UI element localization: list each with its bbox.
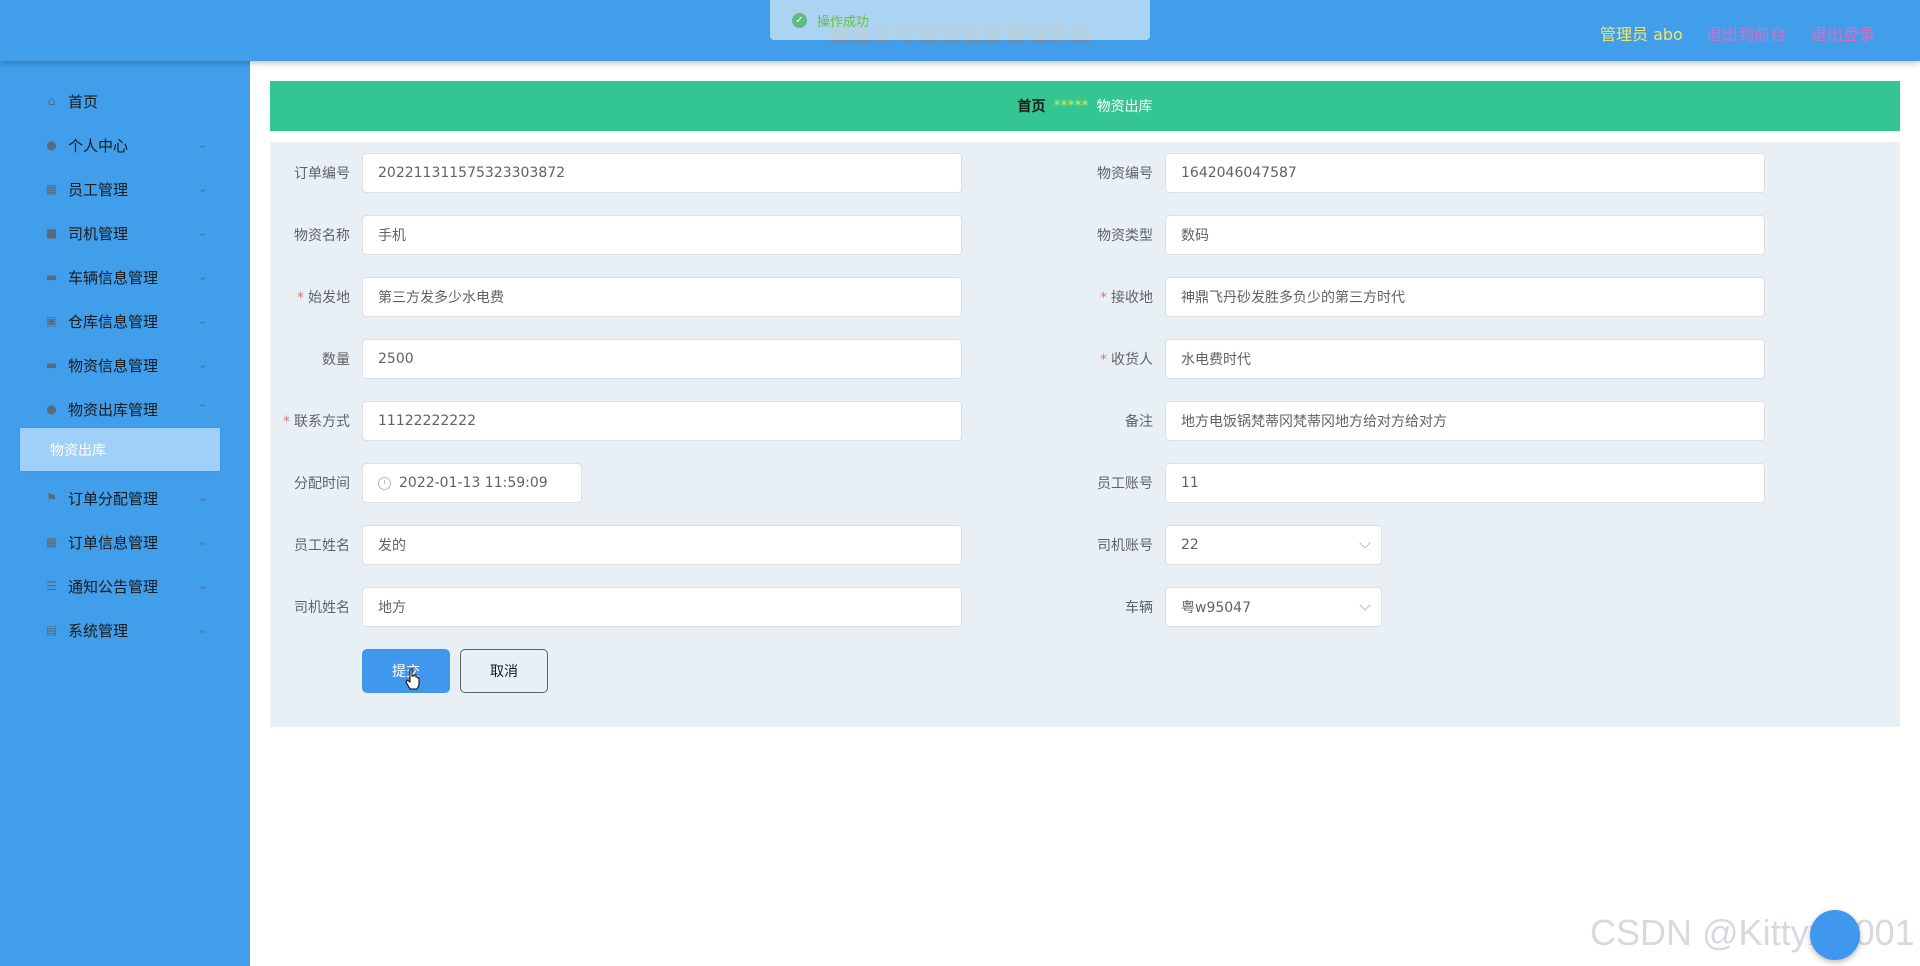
- material-name-input[interactable]: 手机: [362, 215, 962, 255]
- chevron-down-icon: ⌄: [198, 270, 208, 283]
- sidebar-item-label: 个人中心: [68, 136, 129, 155]
- order-no-label: 订单编号: [294, 166, 350, 182]
- employee-name-input[interactable]: 发的: [362, 525, 962, 565]
- vehicle-label: 车辆: [1125, 600, 1153, 616]
- breadcrumb-current: 物资出库: [1096, 99, 1153, 115]
- driver-name-label: 司机姓名: [294, 600, 350, 616]
- origin-label: * 始发地: [297, 290, 350, 306]
- grid-icon: ▦: [45, 181, 58, 196]
- remark-input[interactable]: 地方电饭锅梵蒂冈梵蒂冈地方给对方给对方: [1165, 401, 1765, 441]
- sidebar-item-label: 车辆信息管理: [68, 268, 159, 287]
- receiver-label: * 收货人: [1100, 352, 1153, 368]
- chevron-down-icon: ⌄: [198, 182, 208, 195]
- chevron-up-icon: ⌃: [198, 402, 208, 415]
- assign-time-label: 分配时间: [294, 476, 350, 492]
- chevron-down-icon: ⌄: [198, 138, 208, 151]
- sidebar-item-order-info-management[interactable]: ▦ 订单信息管理 ⌄: [0, 520, 250, 564]
- order-no-input[interactable]: 202211311575323303872: [362, 153, 962, 193]
- sidebar-item-label: 员工管理: [68, 180, 129, 199]
- watermark: CSDN @Kittyxia001: [1590, 912, 1915, 953]
- admin-username: 管理员 abo: [1600, 25, 1683, 44]
- chevron-down-icon: ⌄: [198, 358, 208, 371]
- exit-to-front-link[interactable]: 退出到前台: [1706, 21, 1786, 45]
- chevron-down-icon: [1359, 537, 1371, 549]
- breadcrumb-home[interactable]: 首页: [1018, 96, 1046, 116]
- flag-icon: ⚑: [46, 490, 57, 505]
- sidebar: ⌂ 首页 ● 个人中心 ⌄ ▦ 员工管理 ⌄ ■ 司机管理 ⌄ ▬ 车辆信息管理…: [0, 61, 250, 966]
- chevron-down-icon: [1359, 599, 1371, 611]
- cancel-button[interactable]: 取消: [460, 649, 548, 693]
- contact-input[interactable]: 11122222222: [362, 401, 962, 441]
- sidebar-item-order-assignment-management[interactable]: ⚑ 订单分配管理 ⌄: [0, 476, 250, 520]
- clock-icon: [378, 476, 391, 490]
- material-no-input[interactable]: 1642046047587: [1165, 153, 1765, 193]
- sidebar-item-label: 订单信息管理: [68, 533, 159, 552]
- sidebar-item-vehicle-management[interactable]: ▬ 车辆信息管理 ⌄: [0, 255, 250, 299]
- clipboard-icon: ▤: [45, 622, 58, 637]
- destination-label: * 接收地: [1100, 290, 1153, 306]
- check-circle-icon: ✓: [792, 12, 807, 28]
- breadcrumb: 首页 ***** 物资出库: [270, 81, 1900, 131]
- material-name-label: 物资名称: [294, 228, 350, 244]
- quantity-label: 数量: [322, 352, 350, 368]
- chevron-down-icon: ⌄: [198, 314, 208, 327]
- driver-account-select[interactable]: 22: [1165, 525, 1382, 565]
- sidebar-item-label: 物资出库管理: [68, 400, 159, 419]
- video-icon: ■: [45, 225, 58, 240]
- logout-link[interactable]: 退出登录: [1811, 21, 1875, 45]
- toast-message: 操作成功: [817, 14, 870, 30]
- employee-name-label: 员工姓名: [294, 538, 350, 554]
- origin-input[interactable]: 第三方发多少水电费: [362, 277, 962, 317]
- chart-icon: ▣: [45, 313, 58, 328]
- sidebar-subitem-material-outbound[interactable]: 物资出库: [20, 428, 220, 471]
- sidebar-item-label: 系统管理: [68, 621, 129, 640]
- sidebar-item-label: 仓库信息管理: [68, 312, 159, 331]
- floating-action-button[interactable]: [1810, 910, 1860, 960]
- material-type-input[interactable]: 数码: [1165, 215, 1765, 255]
- remark-label: 备注: [1125, 414, 1153, 430]
- monitor-icon: ▬: [45, 357, 58, 372]
- vehicle-select[interactable]: 粤w95047: [1165, 587, 1382, 627]
- grid-icon: ▦: [45, 534, 58, 549]
- sidebar-item-label: 司机管理: [68, 224, 129, 243]
- monitor-icon: ▬: [45, 269, 58, 284]
- sidebar-item-material-outbound-management[interactable]: ● 物资出库管理 ⌃: [0, 387, 250, 431]
- chevron-down-icon: ⌄: [198, 226, 208, 239]
- receiver-input[interactable]: 水电费时代: [1165, 339, 1765, 379]
- list-icon: ☰: [46, 578, 57, 593]
- breadcrumb-separator: *****: [1053, 98, 1089, 114]
- chevron-down-icon: ⌄: [198, 623, 208, 636]
- user-icon: ●: [46, 401, 57, 416]
- sidebar-item-label: 首页: [68, 92, 99, 111]
- sidebar-item-material-management[interactable]: ▬ 物资信息管理 ⌄: [0, 343, 250, 387]
- sidebar-item-personal-center[interactable]: ● 个人中心 ⌄: [0, 123, 250, 167]
- material-type-label: 物资类型: [1097, 228, 1153, 244]
- driver-account-label: 司机账号: [1097, 538, 1153, 554]
- sidebar-item-system-management[interactable]: ▤ 系统管理 ⌄: [0, 608, 250, 652]
- user-icon: ●: [46, 137, 57, 152]
- hand-cursor-icon: [405, 668, 420, 690]
- destination-input[interactable]: 神鼎飞丹砂发胜多负少的第三方时代: [1165, 277, 1765, 317]
- home-icon: ⌂: [47, 93, 56, 108]
- chevron-down-icon: ⌄: [198, 579, 208, 592]
- contact-label: * 联系方式: [283, 414, 350, 430]
- assign-time-picker[interactable]: 2022-01-13 11:59:09: [362, 463, 582, 503]
- sidebar-item-label: 订单分配管理: [68, 489, 159, 508]
- sidebar-item-label: 物资信息管理: [68, 356, 159, 375]
- sidebar-item-home[interactable]: ⌂ 首页: [0, 79, 250, 123]
- sidebar-item-warehouse-management[interactable]: ▣ 仓库信息管理 ⌄: [0, 299, 250, 343]
- sidebar-item-notice-management[interactable]: ☰ 通知公告管理 ⌄: [0, 564, 250, 608]
- sidebar-item-driver-management[interactable]: ■ 司机管理 ⌄: [0, 211, 250, 255]
- chevron-down-icon: ⌄: [198, 491, 208, 504]
- employee-account-label: 员工账号: [1097, 476, 1153, 492]
- quantity-input[interactable]: 2500: [362, 339, 962, 379]
- employee-account-input[interactable]: 11: [1165, 463, 1765, 503]
- sidebar-item-label: 通知公告管理: [68, 577, 159, 596]
- driver-name-input[interactable]: 地方: [362, 587, 962, 627]
- sidebar-item-employee-management[interactable]: ▦ 员工管理 ⌄: [0, 167, 250, 211]
- success-toast: ✓ 操作成功: [770, 0, 1150, 40]
- chevron-down-icon: ⌄: [198, 535, 208, 548]
- material-no-label: 物资编号: [1097, 166, 1153, 182]
